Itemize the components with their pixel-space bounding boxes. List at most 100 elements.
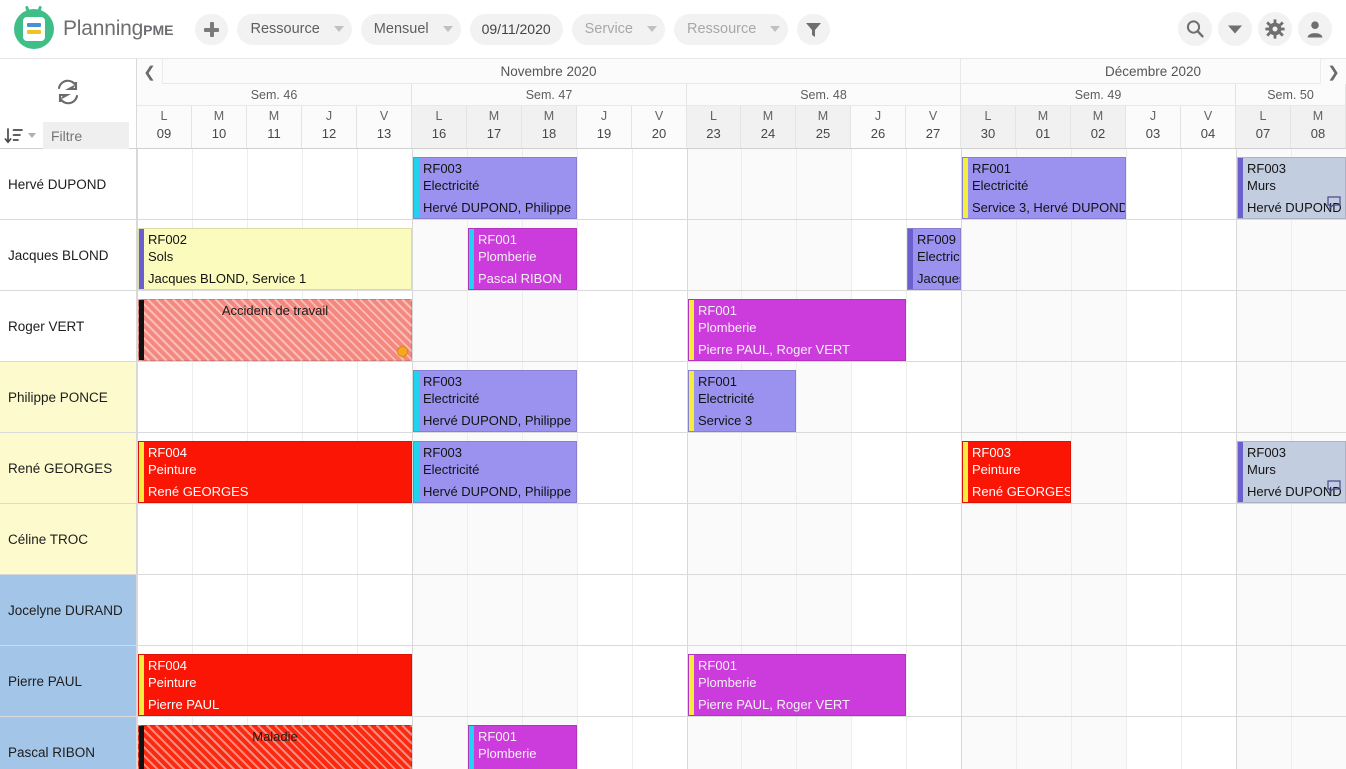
day-cell[interactable] xyxy=(1236,291,1291,361)
day-cell[interactable] xyxy=(1236,504,1291,574)
day-cell[interactable] xyxy=(1291,646,1346,716)
day-cell[interactable] xyxy=(522,504,577,574)
resource-row[interactable]: René GEORGES xyxy=(0,433,136,504)
resource-row[interactable]: Philippe PONCE xyxy=(0,362,136,433)
view-mode-select[interactable]: Mensuel xyxy=(360,13,461,45)
day-cell[interactable] xyxy=(467,291,522,361)
day-cell[interactable] xyxy=(412,291,467,361)
task-block[interactable]: RF001PlomberiePascal RIBON xyxy=(468,725,577,769)
day-cell[interactable] xyxy=(1291,717,1346,769)
day-cell[interactable] xyxy=(1016,646,1071,716)
funnel-icon[interactable] xyxy=(797,13,831,45)
day-cell[interactable] xyxy=(522,291,577,361)
resource-type-select[interactable]: Ressource xyxy=(237,13,352,45)
day-header-02[interactable]: M 02 xyxy=(1071,106,1126,148)
task-block[interactable]: RF009 Electrici Jacques xyxy=(907,228,961,290)
day-header-24[interactable]: M 24 xyxy=(741,106,796,148)
day-cell[interactable] xyxy=(961,362,1016,432)
day-cell[interactable] xyxy=(796,575,851,645)
resource-row[interactable]: Hervé DUPOND xyxy=(0,149,136,220)
day-cell[interactable] xyxy=(1236,717,1291,769)
resource-row[interactable]: Jocelyne DURAND xyxy=(0,575,136,646)
day-header-17[interactable]: M 17 xyxy=(467,106,522,148)
day-cell[interactable] xyxy=(796,362,851,432)
sort-ascending-icon[interactable] xyxy=(4,127,24,145)
day-cell[interactable] xyxy=(412,504,467,574)
day-cell[interactable] xyxy=(796,504,851,574)
day-cell[interactable] xyxy=(467,504,522,574)
day-header-20[interactable]: V 20 xyxy=(632,106,687,148)
user-icon[interactable] xyxy=(1298,12,1332,46)
day-cell[interactable] xyxy=(1071,433,1126,503)
resource-row[interactable]: Pascal RIBON xyxy=(0,717,136,769)
day-cell[interactable] xyxy=(1071,646,1126,716)
day-header-11[interactable]: M 11 xyxy=(247,106,302,148)
absence-block[interactable]: Accident de travail xyxy=(138,299,412,361)
day-header-07[interactable]: L 07 xyxy=(1236,106,1291,148)
day-cell[interactable] xyxy=(741,220,796,290)
day-header-01[interactable]: M 01 xyxy=(1016,106,1071,148)
day-cell[interactable] xyxy=(1236,575,1291,645)
absence-block[interactable]: Maladie xyxy=(138,725,412,769)
day-header-16[interactable]: L 16 xyxy=(412,106,467,148)
resource-row[interactable]: Roger VERT xyxy=(0,291,136,362)
warning-icon[interactable] xyxy=(397,346,408,357)
day-cell[interactable] xyxy=(1016,717,1071,769)
date-field[interactable]: 09/11/2020 xyxy=(469,13,563,45)
day-cell[interactable] xyxy=(1071,362,1126,432)
day-header-19[interactable]: J 19 xyxy=(577,106,632,148)
day-cell[interactable] xyxy=(412,220,467,290)
day-cell[interactable] xyxy=(687,220,741,290)
task-block[interactable]: RF003 Peinture René GEORGES xyxy=(962,441,1071,503)
day-header-23[interactable]: L 23 xyxy=(687,106,741,148)
gear-icon[interactable] xyxy=(1258,12,1292,46)
resource-row[interactable]: Pierre PAUL xyxy=(0,646,136,717)
day-cell[interactable] xyxy=(961,646,1016,716)
day-cell[interactable] xyxy=(961,575,1016,645)
day-cell[interactable] xyxy=(796,220,851,290)
resource-filter-select[interactable]: Ressource xyxy=(674,13,789,45)
day-cell[interactable] xyxy=(687,575,741,645)
day-cell[interactable] xyxy=(1236,220,1291,290)
task-block[interactable]: RF003 Electricité Hervé DUPOND, Philippe xyxy=(413,157,577,219)
task-block[interactable]: RF003 Electricité Hervé DUPOND, Philippe xyxy=(413,441,577,503)
day-cell[interactable] xyxy=(1291,220,1346,290)
chevron-down-icon[interactable] xyxy=(1218,12,1252,46)
chevron-down-icon[interactable] xyxy=(28,133,36,138)
resource-row[interactable]: Céline TROC xyxy=(0,504,136,575)
day-cell[interactable] xyxy=(412,646,467,716)
day-header-13[interactable]: V 13 xyxy=(357,106,412,148)
day-cell[interactable] xyxy=(1071,575,1126,645)
task-block[interactable]: RF001 Electricité Service 3, Hervé DUPOND xyxy=(962,157,1126,219)
day-cell[interactable] xyxy=(687,433,741,503)
task-block[interactable]: RF001 Plomberie Pierre PAUL, Roger VERT xyxy=(688,654,906,716)
task-block[interactable]: RF001 Plomberie Pierre PAUL, Roger VERT xyxy=(688,299,906,361)
day-cell[interactable] xyxy=(961,504,1016,574)
day-cell[interactable] xyxy=(1236,362,1291,432)
day-header-25[interactable]: M 25 xyxy=(796,106,851,148)
day-cell[interactable] xyxy=(961,291,1016,361)
day-cell[interactable] xyxy=(1291,575,1346,645)
day-cell[interactable] xyxy=(1291,504,1346,574)
day-cell[interactable] xyxy=(522,575,577,645)
day-cell[interactable] xyxy=(961,717,1016,769)
day-cell[interactable] xyxy=(741,433,796,503)
comment-icon[interactable] xyxy=(1327,480,1341,498)
day-cell[interactable] xyxy=(796,149,851,219)
day-cell[interactable] xyxy=(1016,220,1071,290)
chevron-right-icon[interactable]: ❯ xyxy=(1320,59,1346,84)
day-cell[interactable] xyxy=(467,575,522,645)
chevron-left-icon[interactable]: ❮ xyxy=(137,59,163,84)
day-cell[interactable] xyxy=(1291,362,1346,432)
day-header-26[interactable]: J 26 xyxy=(851,106,906,148)
day-cell[interactable] xyxy=(961,220,1016,290)
day-cell[interactable] xyxy=(796,717,851,769)
day-cell[interactable] xyxy=(1016,504,1071,574)
day-cell[interactable] xyxy=(1071,717,1126,769)
day-cell[interactable] xyxy=(1016,575,1071,645)
day-header-09[interactable]: L 09 xyxy=(137,106,192,148)
filter-input[interactable] xyxy=(43,122,129,149)
service-select[interactable]: Service xyxy=(571,13,665,45)
day-cell[interactable] xyxy=(467,646,522,716)
resource-row[interactable]: Jacques BLOND xyxy=(0,220,136,291)
